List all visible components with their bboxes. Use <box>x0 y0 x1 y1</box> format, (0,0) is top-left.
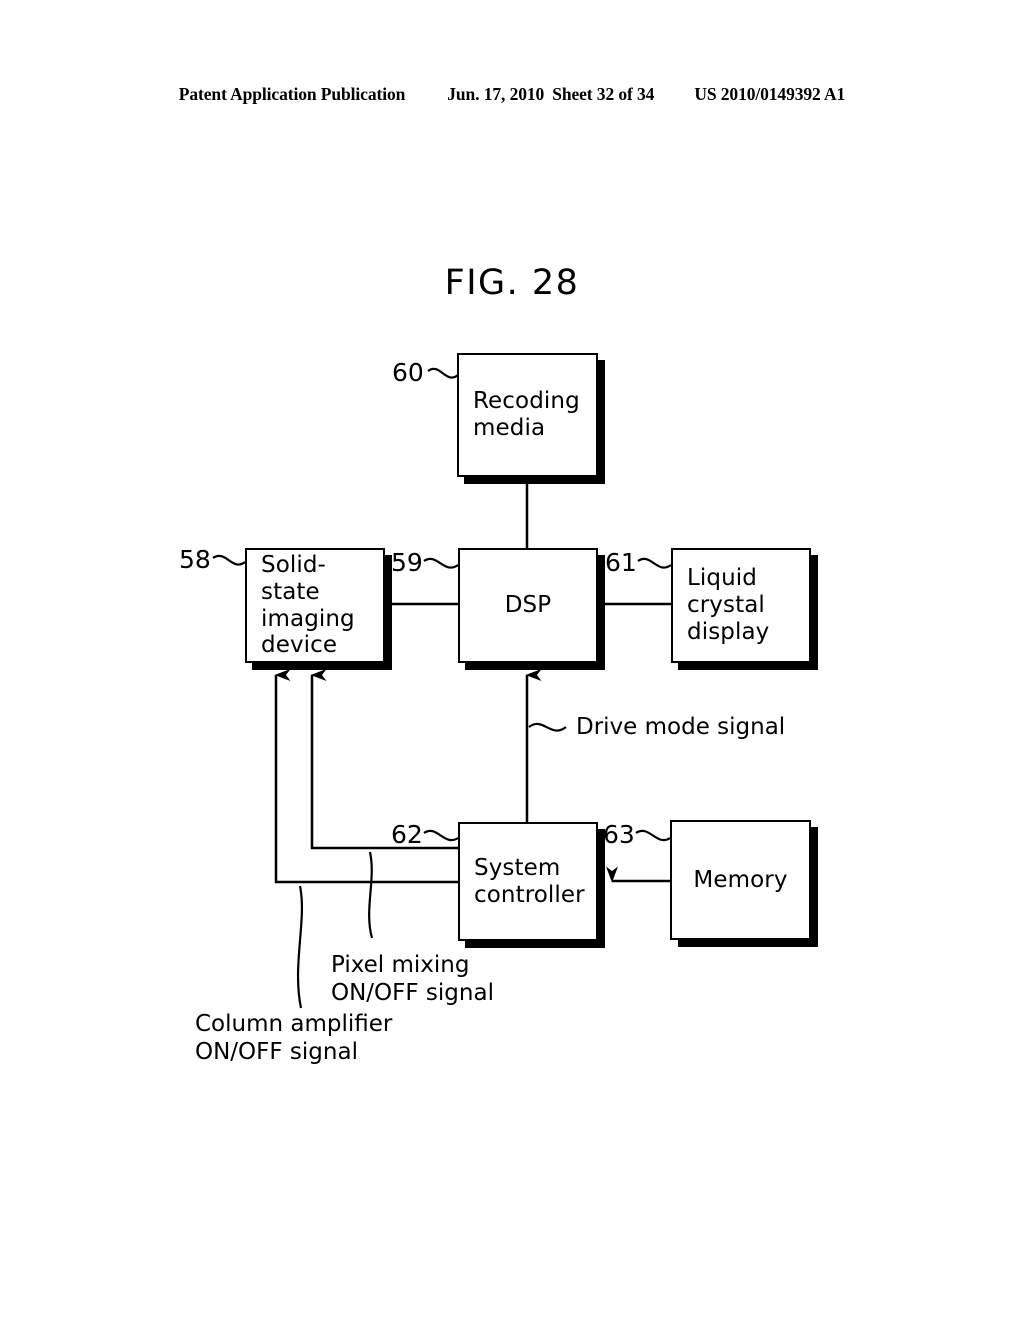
ref-numeral-61: 61 <box>605 548 637 577</box>
shadow-recoding-media <box>598 360 605 484</box>
block-memory[interactable]: Memory <box>670 820 811 940</box>
leader-ref-63 <box>635 829 671 842</box>
shadow-imaging-device-bottom <box>252 663 392 670</box>
annotation-column-amplifier-signal: Column amplifier ON/OFF signal <box>195 1011 393 1065</box>
block-recoding-media[interactable]: Recoding media <box>457 353 598 477</box>
leader-ref-58 <box>212 554 246 566</box>
shadow-lcd-bottom <box>678 663 818 670</box>
block-dsp-label: DSP <box>504 592 552 619</box>
annotation-pixel-mixing-signal: Pixel mixing ON/OFF signal <box>331 952 494 1006</box>
block-memory-label: Memory <box>693 866 788 893</box>
block-solid-state-imaging-device-label: Solid-state imaging device <box>261 552 355 659</box>
block-dsp[interactable]: DSP <box>458 548 598 663</box>
block-system-controller-label: System controller <box>474 854 585 908</box>
shadow-memory <box>811 827 818 947</box>
shadow-lcd <box>811 555 818 670</box>
block-recoding-media-label: Recoding media <box>473 388 580 441</box>
leader-ref-60 <box>427 367 459 379</box>
block-liquid-crystal-display-label: Liquid crystal display <box>687 565 770 645</box>
block-diagram: Recoding media Solid-state imaging devic… <box>0 0 1024 1320</box>
block-solid-state-imaging-device[interactable]: Solid-state imaging device <box>245 548 385 663</box>
shadow-memory-bottom <box>678 940 818 947</box>
shadow-dsp-bottom <box>465 663 605 670</box>
leader-ref-62 <box>423 829 459 842</box>
leader-ref-59 <box>423 557 459 569</box>
annotation-drive-mode-signal: Drive mode signal <box>576 714 786 740</box>
ref-numeral-63: 63 <box>603 820 635 849</box>
ref-numeral-58: 58 <box>179 545 211 574</box>
ref-numeral-62: 62 <box>391 820 423 849</box>
shadow-system-controller-bottom <box>465 941 605 948</box>
block-liquid-crystal-display[interactable]: Liquid crystal display <box>671 548 811 663</box>
ref-numeral-60: 60 <box>392 358 424 387</box>
leader-drive-mode <box>528 722 567 732</box>
connector-pixel-mixing <box>310 669 458 850</box>
shadow-recoding-media-bottom <box>464 477 605 484</box>
leader-column-amplifier <box>296 885 303 1009</box>
connector-column-amplifier <box>274 669 458 884</box>
shadow-dsp <box>598 555 605 670</box>
leader-ref-61 <box>637 557 672 569</box>
block-system-controller[interactable]: System controller <box>458 822 598 941</box>
ref-numeral-59: 59 <box>391 548 423 577</box>
leader-pixel-mixing <box>368 851 374 939</box>
